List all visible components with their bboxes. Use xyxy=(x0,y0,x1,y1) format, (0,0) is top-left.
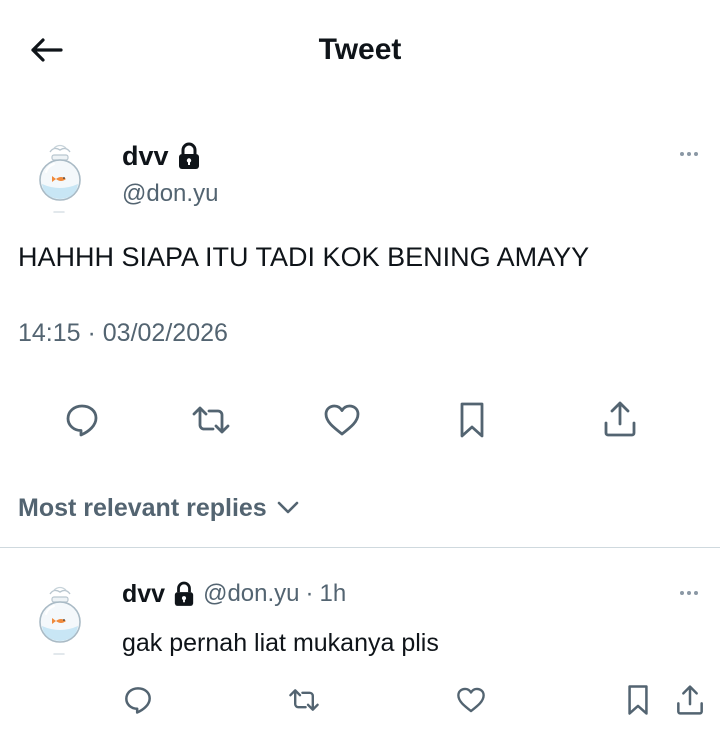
reply-separator: · xyxy=(305,580,314,607)
retweet-icon xyxy=(192,406,230,434)
retweet-button[interactable] xyxy=(189,398,233,442)
author-name-row[interactable]: dvv xyxy=(122,140,201,172)
more-dot xyxy=(694,591,698,595)
heart-icon xyxy=(457,687,485,713)
reply-bookmark-button[interactable] xyxy=(621,681,655,719)
lock-icon xyxy=(177,142,201,170)
reply-bubble-icon xyxy=(66,404,98,437)
share-button[interactable] xyxy=(598,396,642,442)
reply-handle[interactable]: @don.yu xyxy=(203,578,299,610)
tweet-timestamp[interactable]: 14:15 · 03/02/2026 xyxy=(18,317,228,349)
share-icon xyxy=(604,401,636,437)
more-dot xyxy=(694,152,698,156)
more-horizontal-icon xyxy=(680,591,684,595)
reply-more-options-button[interactable] xyxy=(676,587,702,599)
bookmark-icon xyxy=(628,685,648,715)
replies-sort-label: Most relevant replies xyxy=(18,494,267,522)
more-options-button[interactable] xyxy=(676,148,702,160)
fishbowl-avatar-icon xyxy=(39,144,81,213)
bookmark-icon xyxy=(460,402,484,438)
reply-button[interactable] xyxy=(60,398,104,442)
reply-retweet-button[interactable] xyxy=(286,682,322,718)
bookmark-button[interactable] xyxy=(450,398,494,442)
fishbowl-avatar-icon xyxy=(39,586,81,655)
retweet-icon xyxy=(289,689,319,711)
avatar[interactable] xyxy=(30,142,90,220)
author-handle[interactable]: @don.yu xyxy=(122,179,218,209)
reply-avatar[interactable] xyxy=(30,584,90,662)
more-dot xyxy=(687,591,691,595)
like-button[interactable] xyxy=(320,398,364,442)
divider xyxy=(0,547,720,548)
reply-bubble-icon xyxy=(125,687,151,714)
more-horizontal-icon xyxy=(680,152,684,156)
page-title: Tweet xyxy=(318,33,402,66)
share-icon xyxy=(677,685,703,715)
author-name: dvv xyxy=(122,141,169,171)
reply-time[interactable]: 1h xyxy=(320,578,347,610)
reply-author-name[interactable]: dvv xyxy=(122,578,165,610)
lock-icon xyxy=(173,581,195,607)
reply-text: gak pernah liat mukanya plis xyxy=(122,629,439,657)
reply-header: dvv @don.yu · 1h xyxy=(122,578,346,610)
heart-icon xyxy=(324,404,360,436)
reply-share-button[interactable] xyxy=(672,680,708,720)
more-dot xyxy=(687,152,691,156)
replies-sort-toggle[interactable]: Most relevant replies xyxy=(18,492,299,524)
reply-like-button[interactable] xyxy=(453,682,489,718)
reply-reply-button[interactable] xyxy=(120,682,156,718)
chevron-down-icon xyxy=(277,501,299,515)
tweet-text: HAHHH SIAPA ITU TADI KOK BENING AMAYY xyxy=(18,242,590,272)
